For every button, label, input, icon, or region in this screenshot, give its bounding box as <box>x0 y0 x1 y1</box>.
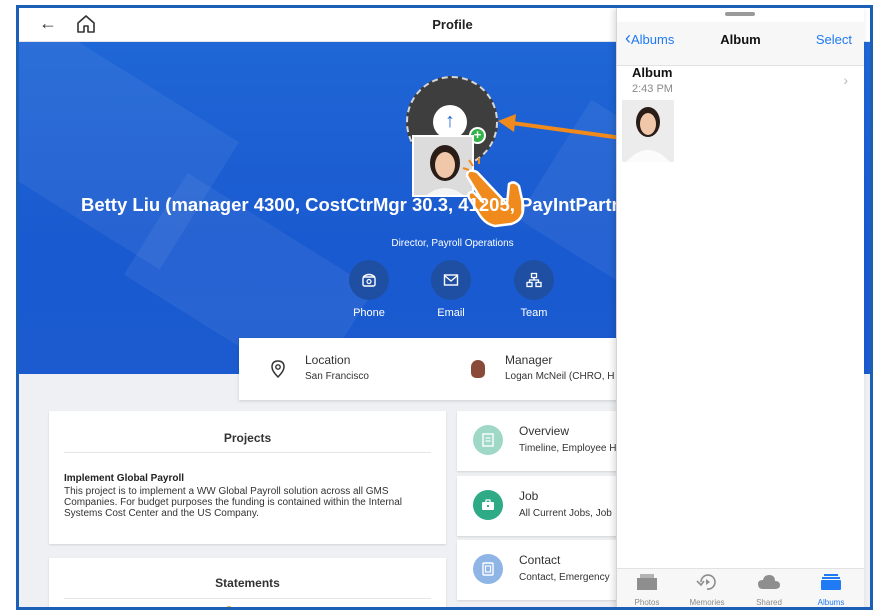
projects-card: Projects Implement Global Payroll This p… <box>49 411 446 544</box>
memories-icon <box>696 574 716 590</box>
phone-button[interactable]: Phone <box>339 260 399 319</box>
tab-shared[interactable]: Shared <box>739 573 799 607</box>
divider <box>64 452 431 453</box>
team-icon <box>526 272 542 288</box>
tab-albums-label: Albums <box>817 598 845 607</box>
project-description: This project is to implement a WW Global… <box>64 486 402 519</box>
statements-card: Statements <box>49 558 446 607</box>
chart-fragment <box>227 606 231 607</box>
project-name[interactable]: Implement Global Payroll <box>64 473 184 484</box>
tab-memories[interactable]: Memories <box>677 573 737 607</box>
tab-photos-label: Photos <box>634 598 660 607</box>
job-title: Job <box>519 489 539 503</box>
team-button[interactable]: Team <box>504 260 564 319</box>
person-photo-icon <box>622 100 674 162</box>
phone-label: Phone <box>353 307 385 319</box>
divider <box>64 598 431 599</box>
annotation-arrow-icon <box>498 114 624 140</box>
projects-title: Projects <box>223 431 272 445</box>
chevron-right-icon[interactable]: › <box>843 72 848 88</box>
overview-subtitle: Timeline, Employee H <box>519 443 617 454</box>
photos-tab-bar: Photos Memories Shared Albums <box>617 568 864 607</box>
select-button[interactable]: Select <box>816 32 852 47</box>
job-subtitle: All Current Jobs, Job <box>519 508 612 519</box>
upload-arrow-icon[interactable]: ↑ <box>433 105 467 139</box>
overview-title: Overview <box>519 424 570 438</box>
shared-cloud-icon <box>758 575 780 589</box>
location-value: San Francisco <box>305 371 369 382</box>
photos-icon <box>637 574 657 590</box>
statements-title: Statements <box>215 576 280 590</box>
manager-label: Manager <box>505 353 553 367</box>
overview-icon <box>473 425 503 455</box>
app-frame: ← Profile ↑ + Betty Liu (manager 4300, C… <box>16 5 873 610</box>
photos-nav-bar: ‹Albums Album Select <box>617 22 864 66</box>
contact-subtitle: Contact, Emergency <box>519 572 610 583</box>
location-label: Location <box>305 353 351 367</box>
panel-grabber-handle[interactable] <box>725 12 755 16</box>
drag-hand-icon <box>462 158 525 228</box>
tab-memories-label: Memories <box>689 598 725 607</box>
briefcase-icon <box>473 490 503 520</box>
email-button[interactable]: Email <box>421 260 481 319</box>
manager-link[interactable]: Logan McNeil (CHRO, H <box>505 371 614 382</box>
email-icon <box>443 274 459 286</box>
photos-slide-over-panel: ‹Albums Album Select Album 2:43 PM › Pho… <box>616 8 864 607</box>
album-photo-thumbnail[interactable] <box>622 100 674 162</box>
album-time: 2:43 PM <box>632 83 673 95</box>
tab-shared-label: Shared <box>756 598 782 607</box>
team-label: Team <box>520 307 548 319</box>
contact-card-icon <box>473 554 503 584</box>
album-name: Album <box>632 65 673 80</box>
phone-icon <box>362 273 376 287</box>
tab-albums[interactable]: Albums <box>801 573 861 607</box>
profile-info-card: Location San Francisco Manager Logan McN… <box>239 338 659 400</box>
contact-title: Contact <box>519 553 561 567</box>
profile-name: Betty Liu (manager 4300, CostCtrMgr 30.3… <box>81 194 641 215</box>
email-label: Email <box>437 307 465 319</box>
manager-avatar <box>471 360 485 378</box>
location-pin-icon <box>271 360 285 378</box>
albums-icon <box>821 574 841 590</box>
tab-photos[interactable]: Photos <box>617 573 677 607</box>
